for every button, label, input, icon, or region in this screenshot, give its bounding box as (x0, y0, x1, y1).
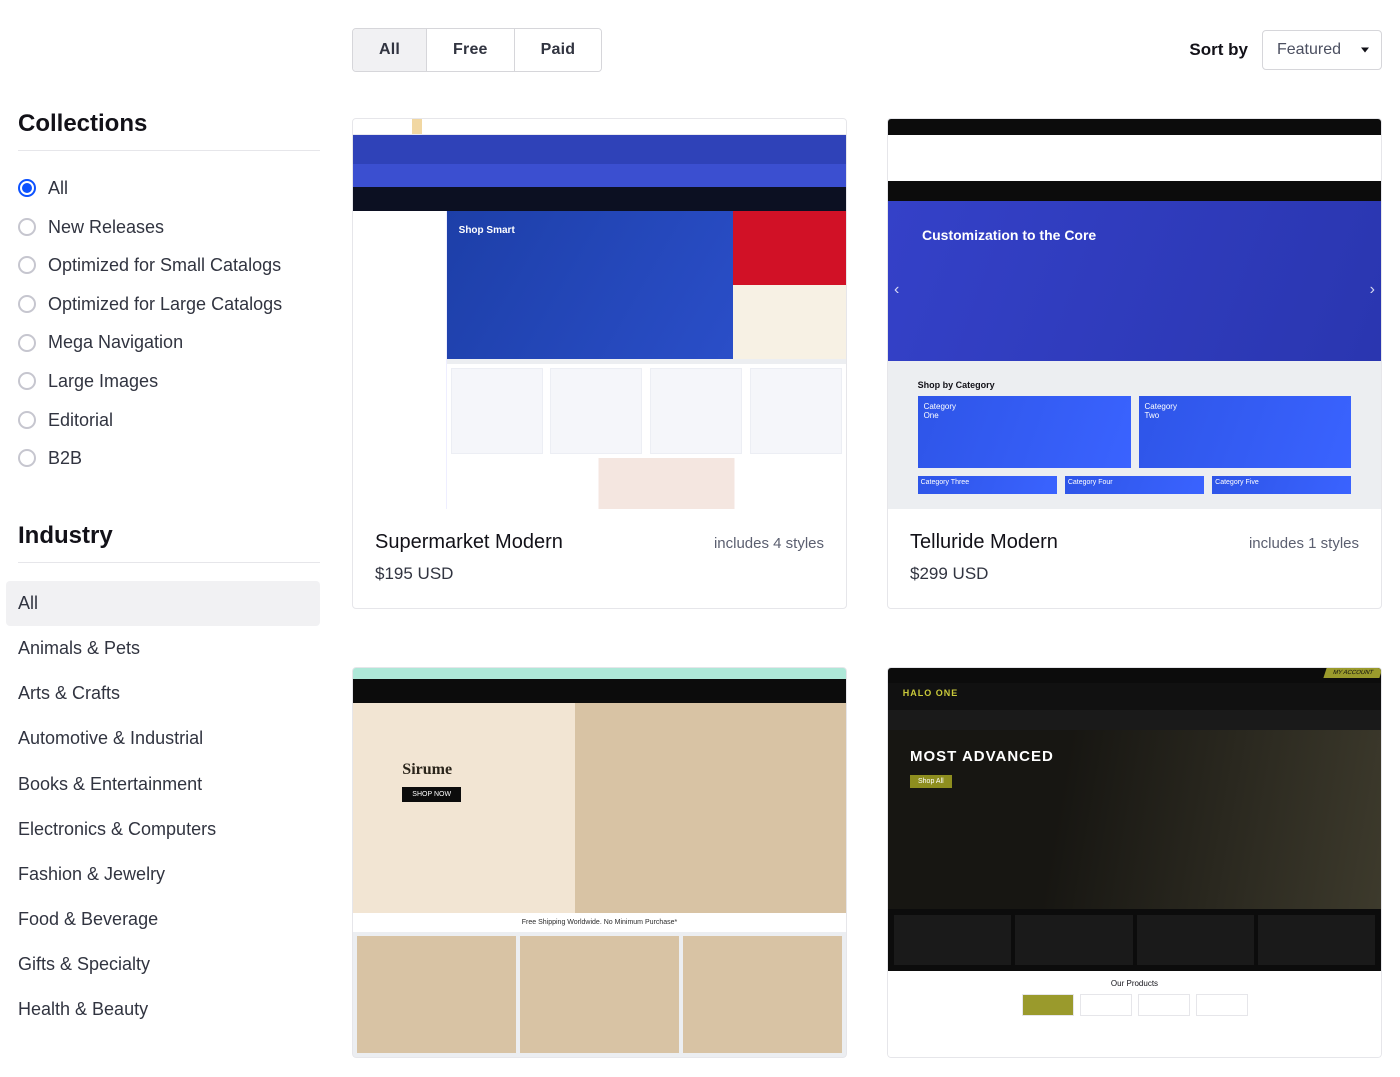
industry-option[interactable]: All (6, 581, 320, 626)
price-filter-paid[interactable]: Paid (514, 29, 602, 71)
industry-option[interactable]: Fashion & Jewelry (18, 852, 320, 897)
theme-meta: Telluride Modern includes 1 styles $299 … (888, 509, 1381, 608)
industry-option[interactable]: Health & Beauty (18, 987, 320, 1032)
radio-icon (18, 411, 36, 429)
radio-icon (18, 449, 36, 467)
theme-card[interactable]: MY ACCOUNT HALO ONE MOST ADVANCEDShop Al… (887, 667, 1382, 1058)
sidebar: Collections All New Releases Optimized for… (18, 28, 320, 1077)
sort-wrap: Sort by Featured (1189, 30, 1382, 70)
collection-label: B2B (48, 443, 82, 474)
industry-option[interactable]: Arts & Crafts (18, 671, 320, 716)
theme-title: Telluride Modern (910, 531, 1058, 554)
radio-icon (18, 295, 36, 313)
theme-thumbnail: MY ACCOUNT HALO ONE MOST ADVANCEDShop Al… (887, 667, 1382, 1058)
collection-option[interactable]: New Releases (18, 208, 320, 247)
collection-label: All (48, 173, 68, 204)
collection-label: Large Images (48, 366, 158, 397)
industry-option[interactable]: Gifts & Specialty (18, 942, 320, 987)
collections-title: Collections (18, 110, 320, 138)
radio-icon (18, 372, 36, 390)
radio-icon (18, 256, 36, 274)
theme-thumbnail: Shop Smart (353, 119, 846, 509)
radio-icon (18, 218, 36, 236)
price-filter-all[interactable]: All (353, 29, 426, 71)
collection-option[interactable]: Editorial (18, 401, 320, 440)
theme-meta: Supermarket Modern includes 4 styles $19… (353, 509, 846, 608)
collection-label: Optimized for Small Catalogs (48, 250, 281, 281)
collection-label: New Releases (48, 212, 164, 243)
price-filter: AllFreePaid (352, 28, 602, 72)
theme-card[interactable]: SirumeSHOP NOW Free Shipping Worldwide. … (352, 667, 847, 1058)
theme-styles: includes 4 styles (714, 535, 824, 552)
radio-icon (18, 179, 36, 197)
industry-option[interactable]: Automotive & Industrial (18, 716, 320, 761)
sort-select[interactable]: Featured (1262, 30, 1382, 70)
theme-thumbnail: SirumeSHOP NOW Free Shipping Worldwide. … (352, 667, 847, 1058)
chevron-down-icon (1361, 48, 1369, 53)
main: AllFreePaid Sort by Featured Shop Smart (352, 28, 1382, 1077)
collections-block: Collections All New Releases Optimized for… (18, 110, 320, 478)
divider (18, 150, 320, 151)
price-filter-free[interactable]: Free (426, 29, 514, 71)
collection-option[interactable]: All (18, 169, 320, 208)
collections-list: All New Releases Optimized for Small Catal… (18, 169, 320, 478)
chevron-right-icon: › (1370, 281, 1375, 299)
collection-label: Mega Navigation (48, 327, 183, 358)
collection-option[interactable]: Optimized for Small Catalogs (18, 246, 320, 285)
divider (18, 562, 320, 563)
collection-label: Optimized for Large Catalogs (48, 289, 282, 320)
collection-label: Editorial (48, 405, 113, 436)
theme-card[interactable]: Shop Smart Supermarket Modern includes 4… (352, 118, 847, 609)
theme-grid: Shop Smart Supermarket Modern includes 4… (352, 118, 1382, 1058)
chevron-left-icon: ‹ (894, 281, 899, 299)
industry-option[interactable]: Electronics & Computers (18, 807, 320, 852)
theme-price: $195 USD (375, 564, 824, 584)
industry-option[interactable]: Animals & Pets (18, 626, 320, 671)
theme-styles: includes 1 styles (1249, 535, 1359, 552)
collection-option[interactable]: Large Images (18, 362, 320, 401)
industry-title: Industry (18, 522, 320, 550)
collection-option[interactable]: B2B (18, 439, 320, 478)
industry-block: Industry AllAnimals & PetsArts & CraftsA… (18, 522, 320, 1033)
industry-option[interactable]: Books & Entertainment (18, 762, 320, 807)
theme-title: Supermarket Modern (375, 531, 563, 554)
theme-card[interactable]: Customization to the Core ‹ › Shop by Ca… (887, 118, 1382, 609)
theme-thumbnail: Customization to the Core ‹ › Shop by Ca… (888, 119, 1381, 509)
collection-option[interactable]: Optimized for Large Catalogs (18, 285, 320, 324)
theme-price: $299 USD (910, 564, 1359, 584)
sort-value: Featured (1277, 41, 1341, 58)
topbar: AllFreePaid Sort by Featured (352, 28, 1382, 72)
sort-label: Sort by (1189, 40, 1248, 60)
collection-option[interactable]: Mega Navigation (18, 323, 320, 362)
industry-option[interactable]: Food & Beverage (18, 897, 320, 942)
radio-icon (18, 334, 36, 352)
industry-list: AllAnimals & PetsArts & CraftsAutomotive… (18, 581, 320, 1033)
